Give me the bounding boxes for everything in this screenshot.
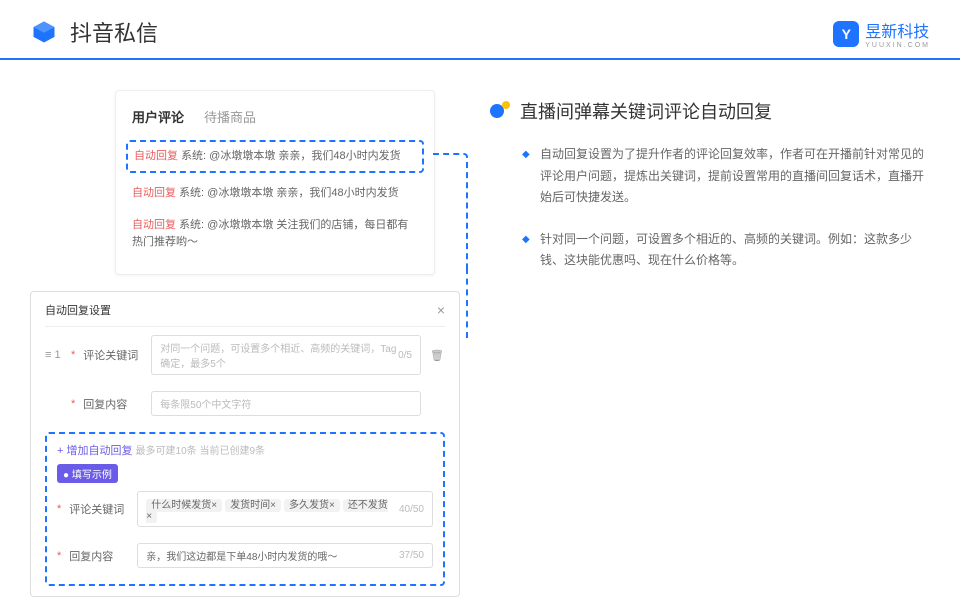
brand-block: Y 昱新科技 YUUXIN.COM bbox=[833, 18, 930, 49]
connector-line-2 bbox=[466, 268, 468, 338]
example-content-label: 回复内容 bbox=[69, 548, 129, 564]
page-header: 抖音私信 bbox=[0, 0, 960, 60]
app-logo-icon bbox=[30, 18, 58, 46]
tab-user-comments[interactable]: 用户评论 bbox=[132, 107, 184, 126]
keyword-label: 评论关键词 bbox=[83, 347, 143, 363]
brand-sub: YUUXIN.COM bbox=[865, 42, 930, 49]
example-tags: 什么时候发货×发货时间×多久发货×还不发货× bbox=[146, 496, 399, 522]
bullet-item: 针对同一个问题，可设置多个相近的、高频的关键词。例如：这款多少钱、这块能优惠吗、… bbox=[522, 229, 930, 272]
example-badge: ● 填写示例 bbox=[57, 464, 118, 483]
right-title-row: 直播间弹幕关键词评论自动回复 bbox=[490, 98, 930, 124]
example-keyword-label: 评论关键词 bbox=[69, 501, 129, 517]
settings-title: 自动回复设置 bbox=[45, 302, 111, 318]
add-auto-reply-link[interactable]: + 增加自动回复 bbox=[57, 445, 132, 457]
page-title: 抖音私信 bbox=[70, 16, 158, 48]
keyword-counter: 0/5 bbox=[398, 350, 412, 361]
left-panel: 用户评论 待播商品 自动回复 系统: @冰墩墩本墩 亲亲，我们48小时内发货 自… bbox=[30, 90, 450, 597]
example-box: + 增加自动回复 最多可建10条 当前已创建9条 ● 填写示例 * 评论关键词 … bbox=[45, 432, 445, 586]
connector-line bbox=[433, 153, 468, 268]
comment-item: 自动回复 系统: @冰墩墩本墩 关注我们的店铺，每日都有热门推荐哟～ bbox=[116, 209, 434, 258]
title-dot-icon bbox=[490, 101, 510, 121]
comment-text: 系统: @冰墩墩本墩 亲亲，我们48小时内发货 bbox=[181, 150, 401, 162]
close-icon[interactable]: × bbox=[437, 302, 445, 318]
auto-reply-label: 自动回复 bbox=[134, 150, 178, 162]
example-keyword-input[interactable]: 什么时候发货×发货时间×多久发货×还不发货× 40/50 bbox=[137, 491, 433, 527]
tab-pending-products[interactable]: 待播商品 bbox=[204, 107, 256, 126]
example-content-input[interactable]: 亲，我们这边都是下单48小时内发货的哦～ 37/50 bbox=[137, 543, 433, 568]
comment-item: 自动回复 系统: @冰墩墩本墩 亲亲，我们48小时内发货 bbox=[116, 177, 434, 210]
right-title: 直播间弹幕关键词评论自动回复 bbox=[520, 98, 772, 124]
comment-item: 自动回复 系统: @冰墩墩本墩 亲亲，我们48小时内发货 bbox=[126, 140, 424, 173]
row-number: ≡ 1 bbox=[45, 349, 63, 361]
keyword-input[interactable]: 对同一个问题，可设置多个相近、高频的关键词，Tag确定，最多5个 0/5 bbox=[151, 335, 421, 375]
bullet-item: 自动回复设置为了提升作者的评论回复效率，作者可在开播前针对常见的评论用户问题，提… bbox=[522, 144, 930, 209]
required-star: * bbox=[71, 398, 75, 410]
auto-reply-label: 自动回复 bbox=[132, 187, 176, 199]
add-hint: 最多可建10条 当前已创建9条 bbox=[136, 446, 265, 457]
tabs: 用户评论 待播商品 bbox=[116, 107, 434, 136]
comment-box: 用户评论 待播商品 自动回复 系统: @冰墩墩本墩 亲亲，我们48小时内发货 自… bbox=[115, 90, 435, 275]
required-star: * bbox=[71, 349, 75, 361]
auto-reply-label: 自动回复 bbox=[132, 219, 176, 231]
bullet-list: 自动回复设置为了提升作者的评论回复效率，作者可在开播前针对常见的评论用户问题，提… bbox=[490, 144, 930, 272]
brand-icon: Y bbox=[833, 21, 859, 47]
content-input[interactable]: 每条限50个中文字符 bbox=[151, 391, 421, 416]
delete-icon[interactable]: 🗑 bbox=[429, 349, 445, 362]
right-panel: 直播间弹幕关键词评论自动回复 自动回复设置为了提升作者的评论回复效率，作者可在开… bbox=[490, 90, 930, 597]
brand-name: 昱新科技 bbox=[865, 18, 930, 42]
content-label: 回复内容 bbox=[83, 396, 143, 412]
settings-panel: 自动回复设置 × ≡ 1 * 评论关键词 对同一个问题，可设置多个相近、高频的关… bbox=[30, 291, 460, 597]
comment-text: 系统: @冰墩墩本墩 亲亲，我们48小时内发货 bbox=[179, 187, 399, 199]
